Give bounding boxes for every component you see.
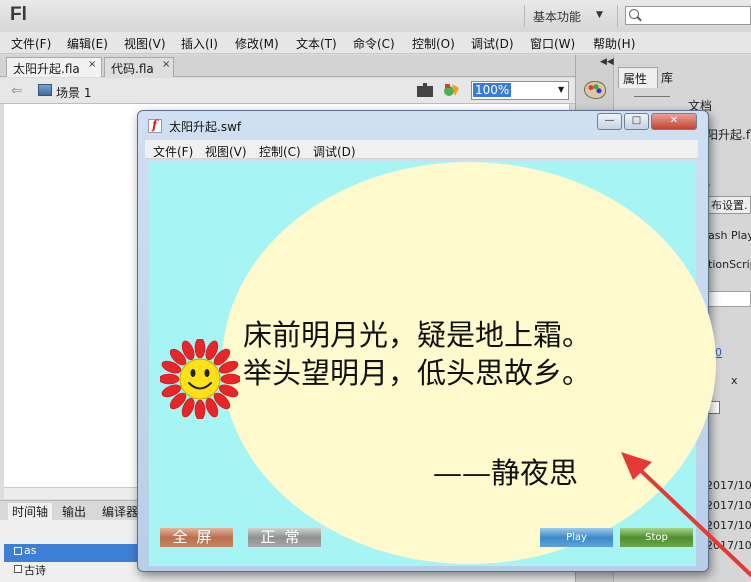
zoom-value[interactable]: 100% [473,83,512,97]
swf-menu-debug[interactable]: 调试(D) [313,143,356,160]
edit-symbols-icon[interactable] [443,82,460,98]
menu-control[interactable]: 控制(O) [412,35,455,52]
edit-scene-icon[interactable] [417,83,433,97]
menu-window[interactable]: 窗口(W) [530,35,575,52]
play-button[interactable]: Play [540,528,613,547]
close-button[interactable]: ✕ [651,113,697,130]
menu-commands[interactable]: 命令(C) [353,35,395,52]
menu-help[interactable]: 帮助(H) [593,35,635,52]
tab-library[interactable]: 库 [661,69,673,86]
tab-label: 太阳升起.fla [13,62,80,76]
player-field[interactable]: ash Playe [708,229,751,242]
titlebar-divider [617,5,618,27]
menu-debug[interactable]: 调试(D) [471,35,514,52]
close-icon[interactable]: × [88,59,96,70]
search-input[interactable] [625,6,751,25]
doc-name: 阳升起.fl [706,128,751,142]
swf-menu-file[interactable]: 文件(F) [153,143,193,160]
menu-view[interactable]: 视图(V) [124,35,166,52]
sunflower-smiley-icon [160,339,240,419]
flash-player-icon [148,118,162,133]
normal-size-button[interactable]: 正常 [248,528,321,547]
tab-properties[interactable]: 属性 [618,67,658,88]
menu-modify[interactable]: 修改(M) [235,35,279,52]
tab-output[interactable]: 输出 [58,503,90,520]
layer-icon [14,547,22,555]
layer-as[interactable]: as [4,544,140,562]
menu-edit[interactable]: 编辑(E) [67,35,108,52]
chevron-down-icon[interactable]: ▼ [558,85,564,94]
tab-label: 代码.fla [111,62,154,76]
menu-file[interactable]: 文件(F) [11,35,51,52]
titlebar-divider [524,5,525,27]
scene-icon [38,84,52,96]
document-tabbar: 太阳升起.fla × 代码.fla × [0,55,575,77]
poem-line-1: 床前明月光，疑是地上霜。 [243,318,592,352]
scene-label[interactable]: 场景 1 [56,84,91,101]
layer-label: as [24,544,37,557]
menu-insert[interactable]: 插入(I) [181,35,218,52]
stop-button[interactable]: Stop [620,528,693,547]
swf-menu-control[interactable]: 控制(C) [259,143,301,160]
close-icon[interactable]: × [162,59,170,70]
history-date: 2017/10/ [706,519,751,532]
collapse-panel-icon[interactable]: ◀◀ [600,57,614,67]
flash-logo: Fl [10,4,27,25]
fullscreen-button[interactable]: 全屏 [160,528,233,547]
actionscript-field[interactable]: tionScrip [708,258,751,271]
workspace-switcher[interactable]: 基本功能 [533,8,581,25]
layer-label: 古诗 [24,564,46,577]
maximize-button[interactable]: □ [624,113,649,130]
back-arrow-icon[interactable]: ⇐ [11,83,23,99]
swf-menu-view[interactable]: 视图(V) [205,143,247,160]
history-date: 2017/10/ [706,479,751,492]
poem-title: ——静夜思 [433,456,579,490]
publish-settings-button[interactable]: 布设置. [708,196,751,214]
layer-poem[interactable]: 古诗 [4,562,140,580]
swf-window-title: 太阳升起.swf [169,120,242,134]
color-palette-icon[interactable] [584,81,606,99]
history-date: 2017/10/ [706,539,751,552]
poem-line-2: 举头望明月，低头思故乡。 [243,356,592,390]
menu-bar: 文件(F) 编辑(E) 视图(V) 插入(I) 修改(M) 文本(T) 命令(C… [0,32,751,54]
tab-compiler[interactable]: 编译器 [98,503,142,520]
class-input[interactable] [705,291,751,307]
search-icon [629,9,639,19]
chevron-down-icon[interactable]: ▼ [596,10,603,20]
history-date: 2017/10/ [706,499,751,512]
menu-text[interactable]: 文本(T) [296,35,337,52]
layer-icon [14,565,22,573]
minimize-button[interactable]: — [597,113,622,130]
tab-timeline[interactable]: 时间轴 [8,503,53,520]
size-separator: x [731,374,738,387]
